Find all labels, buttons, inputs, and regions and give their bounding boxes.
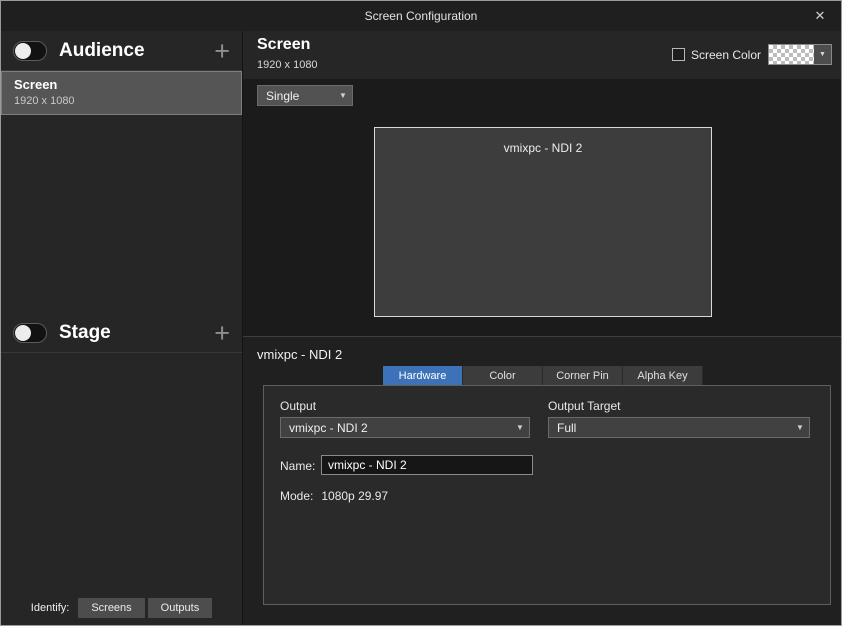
screen-color-dropdown[interactable]: ▼: [768, 44, 832, 65]
detail-title: vmixpc - NDI 2: [257, 347, 342, 362]
stage-toggle[interactable]: [13, 323, 47, 343]
mode-value: 1080p 29.97: [321, 489, 388, 503]
title-bar: Screen Configuration ✕: [1, 1, 841, 31]
dropdown-arrow-icon: ▼: [814, 45, 831, 64]
output-dropdown[interactable]: vmixpc - NDI 2 ▼: [280, 417, 530, 438]
add-stage-screen-button[interactable]: +: [214, 322, 230, 344]
output-target-dropdown-value: Full: [549, 421, 791, 435]
main-panel: Screen 1920 x 1080 Screen Color ▼ Single…: [243, 31, 841, 625]
dropdown-arrow-icon: ▼: [791, 423, 809, 432]
mode-label: Mode:: [280, 489, 313, 503]
page-title: Screen: [257, 36, 310, 54]
screen-item-name: Screen: [14, 77, 229, 92]
stage-section-header: Stage +: [1, 313, 242, 353]
audience-label: Audience: [59, 40, 214, 62]
output-target-label: Output Target: [548, 399, 621, 413]
toggle-knob: [15, 325, 31, 341]
output-target-dropdown[interactable]: Full ▼: [548, 417, 810, 438]
tab-hardware[interactable]: Hardware: [383, 366, 463, 385]
window-title: Screen Configuration: [365, 9, 478, 23]
layout-dropdown[interactable]: Single ▼: [257, 85, 353, 106]
sidebar: Audience + Screen 1920 x 1080 Stage + Id…: [1, 31, 243, 625]
dropdown-arrow-icon: ▼: [334, 91, 352, 100]
main-header: Screen 1920 x 1080 Screen Color ▼: [243, 31, 841, 79]
stage-label: Stage: [59, 322, 214, 344]
tab-bar: Hardware Color Corner Pin Alpha Key: [383, 366, 703, 385]
add-audience-screen-button[interactable]: +: [214, 40, 230, 62]
screen-color-label: Screen Color: [691, 48, 761, 62]
identify-screens-button[interactable]: Screens: [78, 598, 144, 618]
audience-toggle[interactable]: [13, 41, 47, 61]
close-button[interactable]: ✕: [809, 1, 831, 31]
identify-outputs-button[interactable]: Outputs: [148, 598, 213, 618]
output-dropdown-value: vmixpc - NDI 2: [281, 421, 511, 435]
dropdown-arrow-icon: ▼: [511, 423, 529, 432]
screen-color-group: Screen Color ▼: [672, 44, 832, 65]
tab-alpha-key[interactable]: Alpha Key: [623, 366, 703, 385]
screen-item-resolution: 1920 x 1080: [14, 95, 229, 107]
screen-preview-label: vmixpc - NDI 2: [504, 141, 583, 155]
screen-list-item[interactable]: Screen 1920 x 1080: [1, 71, 242, 115]
screen-color-checkbox[interactable]: [672, 48, 685, 61]
page-resolution: 1920 x 1080: [257, 59, 318, 71]
output-label: Output: [280, 399, 316, 413]
identify-label: Identify:: [31, 602, 70, 614]
transparent-color-swatch: [769, 45, 814, 64]
audience-section-header: Audience +: [1, 31, 242, 71]
mode-row: Mode: 1080p 29.97: [280, 489, 396, 503]
tab-color[interactable]: Color: [463, 366, 543, 385]
toggle-knob: [15, 43, 31, 59]
name-label: Name:: [280, 459, 315, 473]
hardware-settings-panel: Output vmixpc - NDI 2 ▼ Output Target Fu…: [263, 385, 831, 605]
name-input[interactable]: [321, 455, 533, 475]
screen-configuration-window: Screen Configuration ✕ Audience + Screen…: [0, 0, 842, 626]
detail-section: vmixpc - NDI 2 Hardware Color Corner Pin…: [243, 336, 841, 625]
tab-corner-pin[interactable]: Corner Pin: [543, 366, 623, 385]
close-icon: ✕: [815, 8, 826, 24]
screen-preview[interactable]: vmixpc - NDI 2: [374, 127, 712, 317]
layout-dropdown-value: Single: [258, 89, 334, 103]
identify-row: Identify: Screens Outputs: [1, 598, 242, 618]
